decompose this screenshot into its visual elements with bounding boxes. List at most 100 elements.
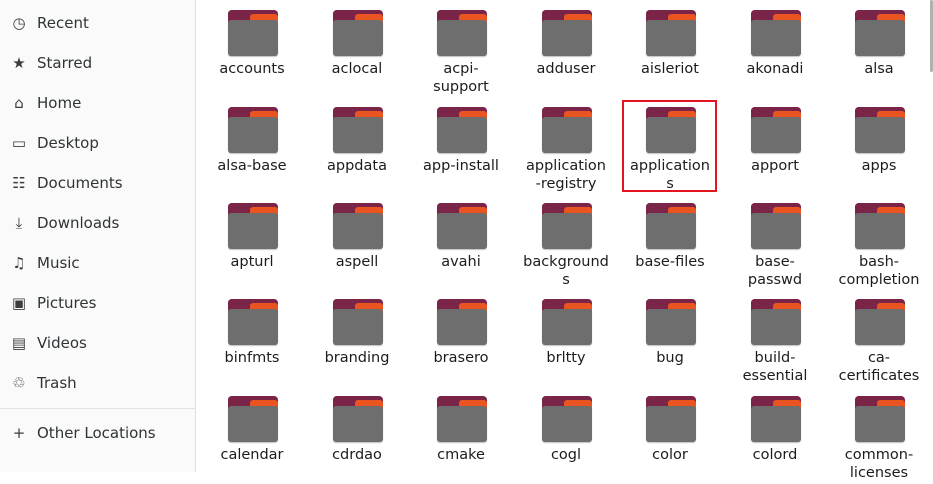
folder-item-branding[interactable]: branding [307, 291, 407, 387]
folder-icon [751, 203, 801, 249]
folder-icon [646, 203, 696, 249]
file-grid: accounts aclocal acpi- support adduser aisle… [196, 0, 933, 481]
sidebar-item-music[interactable]: ♫ Music [0, 245, 195, 281]
sidebar-separator [0, 408, 195, 409]
folder-item-cogl[interactable]: cogl [516, 388, 616, 484]
folder-item-color[interactable]: color [620, 388, 720, 484]
folder-label: common- licenses [844, 447, 914, 481]
folder-icon [333, 299, 383, 345]
download-icon: ⤓ [15, 214, 23, 232]
folder-item-alsa[interactable]: alsa [829, 2, 929, 98]
folder-item-app-install[interactable]: app-install [411, 99, 511, 195]
folder-label: apturl [230, 254, 274, 270]
folder-label: aisleriot [641, 61, 699, 77]
folder-item-appdata[interactable]: appdata [307, 99, 407, 195]
folder-icon [751, 107, 801, 153]
folder-icon [228, 107, 278, 153]
folder-item-apturl[interactable]: apturl [202, 195, 302, 291]
folder-item-cdrdao[interactable]: cdrdao [307, 388, 407, 484]
folder-item-brltty[interactable]: brltty [516, 291, 616, 387]
folder-item-akonadi[interactable]: akonadi [725, 2, 825, 98]
folder-icon [855, 10, 905, 56]
sidebar-item-label: Other Locations [37, 424, 156, 442]
folder-label: brltty [546, 350, 586, 366]
folder-item-adduser[interactable]: adduser [516, 2, 616, 98]
folder-icon [228, 396, 278, 442]
folder-label: appdata [327, 158, 387, 174]
sidebar-item-label: Starred [37, 54, 93, 72]
folder-label: apport [751, 158, 799, 174]
folder-icon [751, 10, 801, 56]
sidebar-item-pictures[interactable]: ▣ Pictures [0, 285, 195, 321]
sidebar-item-other-locations[interactable]: + Other Locations [0, 415, 195, 451]
folder-item-apport[interactable]: apport [725, 99, 825, 195]
pictures-icon: ▣ [11, 294, 27, 312]
folder-item-bug[interactable]: bug [620, 291, 720, 387]
folder-label: build- essential [742, 350, 808, 384]
folder-icon [542, 203, 592, 249]
folder-item-colord[interactable]: colord [725, 388, 825, 484]
folder-item-applications[interactable]: application s [620, 99, 720, 195]
folder-icon [333, 203, 383, 249]
folder-icon [855, 203, 905, 249]
folder-item-brasero[interactable]: brasero [411, 291, 511, 387]
folder-label: application s [630, 158, 710, 192]
home-icon: ⌂ [14, 94, 24, 112]
sidebar: ◷ Recent ★ Starred ⌂ Home ▭ Desktop ☷ Documents ⤓ D… [0, 0, 196, 472]
folder-label: colord [752, 447, 798, 463]
folder-item-apps[interactable]: apps [829, 99, 929, 195]
folder-label: acpi- support [433, 61, 489, 95]
folder-label: aclocal [331, 61, 383, 77]
folder-icon [646, 299, 696, 345]
folder-icon [228, 203, 278, 249]
folder-item-base-files[interactable]: base-files [620, 195, 720, 291]
folder-item-ca-certificates[interactable]: ca- certificates [829, 291, 929, 387]
folder-label: cdrdao [332, 447, 382, 463]
folder-item-accounts[interactable]: accounts [202, 2, 302, 98]
sidebar-item-recent[interactable]: ◷ Recent [0, 5, 195, 41]
documents-icon: ☷ [12, 174, 26, 192]
folder-icon [437, 203, 487, 249]
folder-item-build-essential[interactable]: build- essential [725, 291, 825, 387]
folder-icon [542, 396, 592, 442]
folder-item-acpi-support[interactable]: acpi- support [411, 2, 511, 98]
folder-item-common-licenses[interactable]: common- licenses [829, 388, 929, 484]
folder-label: bug [656, 350, 684, 366]
folder-icon [542, 107, 592, 153]
folder-item-alsa-base[interactable]: alsa-base [202, 99, 302, 195]
sidebar-item-documents[interactable]: ☷ Documents [0, 165, 195, 201]
folder-item-aclocal[interactable]: aclocal [307, 2, 407, 98]
folder-item-cmake[interactable]: cmake [411, 388, 511, 484]
trash-icon: ♲ [12, 374, 26, 392]
folder-label: avahi [441, 254, 481, 270]
folder-icon [437, 299, 487, 345]
folder-item-backgrounds[interactable]: background s [516, 195, 616, 291]
sidebar-item-desktop[interactable]: ▭ Desktop [0, 125, 195, 161]
folder-label: ca- certificates [838, 350, 920, 384]
plus-icon: + [12, 424, 26, 442]
folder-icon [333, 107, 383, 153]
folder-label: application -registry [526, 158, 606, 192]
folder-item-calendar[interactable]: calendar [202, 388, 302, 484]
folder-label: adduser [536, 61, 596, 77]
folder-item-base-passwd[interactable]: base- passwd [725, 195, 825, 291]
folder-item-aisleriot[interactable]: aisleriot [620, 2, 720, 98]
folder-item-bash-completion[interactable]: bash- completion [829, 195, 929, 291]
folder-item-aspell[interactable]: aspell [307, 195, 407, 291]
folder-icon [437, 396, 487, 442]
sidebar-item-label: Recent [37, 14, 89, 32]
videos-icon: ▤ [11, 334, 27, 352]
folder-icon [437, 107, 487, 153]
folder-label: base- passwd [747, 254, 803, 288]
folder-item-application-registry[interactable]: application -registry [516, 99, 616, 195]
folder-label: cogl [550, 447, 582, 463]
sidebar-item-videos[interactable]: ▤ Videos [0, 325, 195, 361]
sidebar-item-home[interactable]: ⌂ Home [0, 85, 195, 121]
folder-item-avahi[interactable]: avahi [411, 195, 511, 291]
sidebar-item-downloads[interactable]: ⤓ Downloads [0, 205, 195, 241]
folder-item-binfmts[interactable]: binfmts [202, 291, 302, 387]
folder-label: brasero [433, 350, 489, 366]
sidebar-item-starred[interactable]: ★ Starred [0, 45, 195, 81]
sidebar-item-trash[interactable]: ♲ Trash [0, 365, 195, 401]
folder-label: cmake [437, 447, 485, 463]
